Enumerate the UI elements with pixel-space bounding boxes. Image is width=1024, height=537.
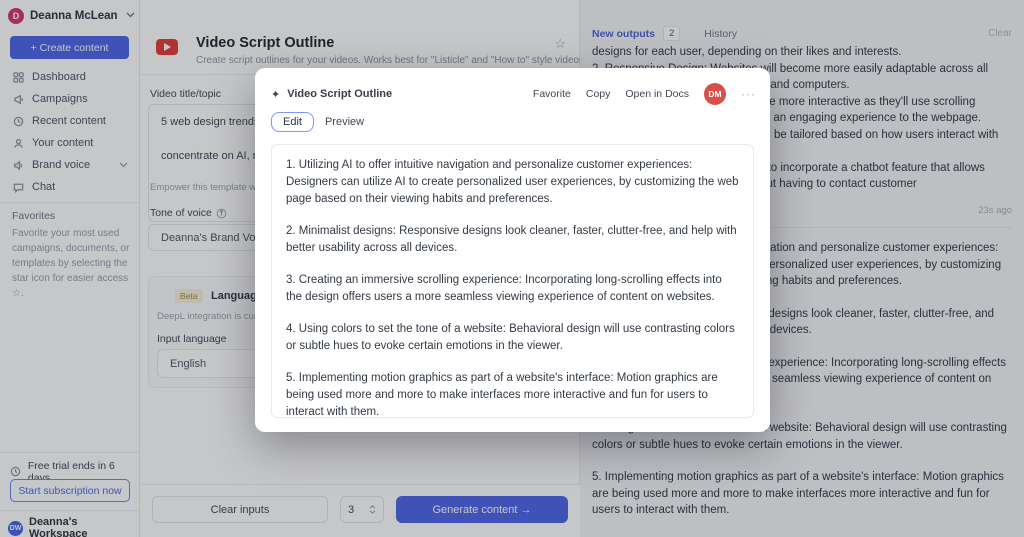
open-in-docs-button[interactable]: Open in Docs bbox=[625, 88, 689, 100]
editor-paragraph: 1. Utilizing AI to offer intuitive navig… bbox=[286, 157, 739, 208]
editor-paragraph: 3. Creating an immersive scrolling exper… bbox=[286, 272, 739, 306]
copy-button[interactable]: Copy bbox=[586, 88, 611, 100]
favorite-button[interactable]: Favorite bbox=[533, 88, 571, 100]
tab-edit[interactable]: Edit bbox=[271, 112, 314, 132]
tab-preview[interactable]: Preview bbox=[314, 113, 375, 131]
editor-paragraph: 2. Minimalist designs: Responsive design… bbox=[286, 223, 739, 257]
output-detail-modal: ✦ Video Script Outline Favorite Copy Ope… bbox=[255, 68, 770, 432]
app-root: D Deanna McLean + Create content Dashboa… bbox=[0, 0, 1024, 537]
modal-tabs: Edit Preview bbox=[271, 112, 375, 132]
modal-actions: Favorite Copy Open in Docs DM ··· bbox=[533, 83, 756, 105]
author-avatar[interactable]: DM bbox=[704, 83, 726, 105]
editor-paragraph: 5. Implementing motion graphics as part … bbox=[286, 370, 739, 418]
modal-editor[interactable]: 1. Utilizing AI to offer intuitive navig… bbox=[271, 144, 754, 418]
sparkle-icon: ✦ bbox=[271, 88, 280, 101]
editor-paragraph: 4. Using colors to set the tone of a web… bbox=[286, 321, 739, 355]
more-options-icon[interactable]: ··· bbox=[741, 87, 756, 101]
modal-title: Video Script Outline bbox=[287, 88, 392, 100]
modal-header: ✦ Video Script Outline Favorite Copy Ope… bbox=[271, 82, 756, 106]
